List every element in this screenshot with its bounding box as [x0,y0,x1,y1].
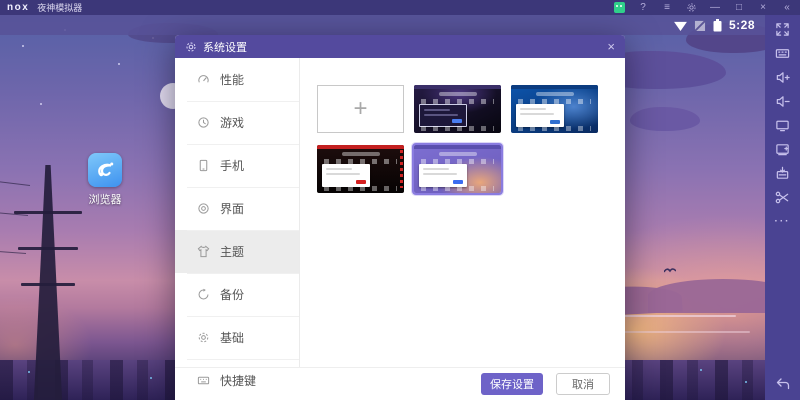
shortcut-icon [197,374,210,387]
cancel-button[interactable]: 取消 [556,373,610,395]
back-icon[interactable] [774,375,791,392]
toolbar-sidebar: ··· [765,15,800,400]
help-icon[interactable]: ? [637,2,649,14]
cut-icon[interactable] [774,189,791,206]
dialog-close-icon[interactable]: × [607,40,615,53]
star [118,63,120,65]
window-title: 夜神模拟器 [37,1,82,14]
menu-item-interface[interactable]: 界面 [175,187,299,230]
nox-logo: nox [7,2,29,13]
bird [664,267,676,274]
menu-item-shortcuts[interactable]: 快捷键 [175,359,299,400]
menu-item-performance[interactable]: 性能 [175,58,299,101]
city-light [745,381,747,383]
menu-item-game[interactable]: 游戏 [175,101,299,144]
mountain [648,279,765,313]
menu-label: 性能 [220,71,244,88]
backup-icon [197,288,210,301]
tower-arm [14,211,82,214]
game-icon [197,116,210,129]
screenshot-icon[interactable] [774,141,791,158]
menu-item-theme[interactable]: 主题 [175,230,299,273]
add-theme-button[interactable]: + [317,85,404,133]
dialog-body: 性能 游戏 手机 界面 主题 [175,58,625,367]
browser-app-icon[interactable] [88,153,122,187]
menu-label: 基础 [220,329,244,346]
app-store-icon[interactable] [613,2,625,14]
theme-thumbnail-dark[interactable] [414,85,501,133]
city-light [28,371,30,373]
browser-app-label: 浏览器 [70,191,140,207]
theme-icon [197,245,210,258]
maximize-button[interactable]: □ [733,2,745,14]
collapse-sidebar-icon[interactable]: « [781,2,793,14]
settings-menu: 性能 游戏 手机 界面 主题 [175,58,300,367]
cell-signal-icon [694,20,706,31]
clock: 5:28 [729,18,755,32]
menu-label: 主题 [220,243,244,260]
menu-icon[interactable]: ≡ [661,2,673,14]
theme-thumbnail-blue[interactable] [511,85,598,133]
tower-arm [18,247,78,250]
volume-up-icon[interactable] [774,69,791,86]
title-bar: nox 夜神模拟器 ? ≡ — □ × « [0,0,800,15]
menu-label: 游戏 [220,114,244,131]
city-light [150,377,152,379]
dialog-title: 系统设置 [203,39,247,55]
theme-thumbnail-red[interactable] [317,145,404,193]
rotate-screen-icon[interactable] [774,117,791,134]
volume-down-icon[interactable] [774,93,791,110]
menu-label: 快捷键 [220,372,256,389]
dialog-header: 系统设置 × [175,35,625,58]
menu-item-phone[interactable]: 手机 [175,144,299,187]
system-settings-dialog: 系统设置 × 性能 游戏 手机 界面 [175,35,625,400]
settings-gear-icon[interactable] [685,2,697,14]
nox-emulator-window: nox 夜神模拟器 ? ≡ — □ × « [0,0,800,400]
minimize-button[interactable]: — [709,2,721,14]
virtual-keys-icon[interactable] [774,45,791,62]
cloud [630,107,700,131]
star [22,45,24,47]
gauge-icon [197,73,210,86]
menu-label: 界面 [220,200,244,217]
city-light [700,369,702,371]
title-bar-controls: ? ≡ — □ × « [613,2,793,14]
menu-item-backup[interactable]: 备份 [175,273,299,316]
star [40,103,42,105]
basic-icon [197,331,210,344]
save-settings-button[interactable]: 保存设置 [481,373,543,395]
menu-label: 手机 [220,157,244,174]
menu-item-basic[interactable]: 基础 [175,316,299,359]
android-status-bar: 5:28 [0,15,765,35]
more-icon[interactable]: ··· [774,213,791,230]
tower-arm [21,283,75,286]
interface-icon [197,202,210,215]
theme-gallery: + [300,58,625,367]
install-apk-icon[interactable] [774,165,791,182]
browser-swoosh-icon [93,158,117,182]
wifi-icon [674,20,687,31]
fullscreen-icon[interactable] [774,21,791,38]
close-button[interactable]: × [757,2,769,14]
theme-thumbnail-purple[interactable] [414,145,501,193]
phone-icon [197,159,210,172]
settings-gear-icon [185,41,197,53]
menu-label: 备份 [220,286,244,303]
battery-icon [713,19,722,32]
